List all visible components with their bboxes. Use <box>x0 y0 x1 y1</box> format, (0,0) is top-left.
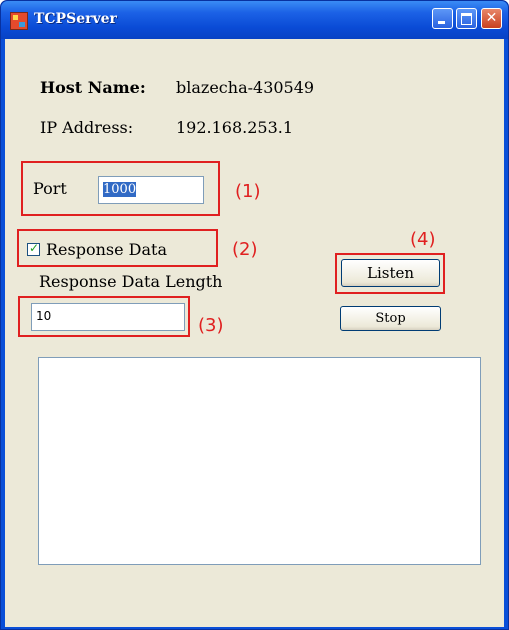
response-data-label[interactable]: Response Data <box>46 240 167 259</box>
log-listbox[interactable] <box>38 357 481 565</box>
host-name-value: blazecha-430549 <box>176 78 315 97</box>
annotation-label-4: (4) <box>410 229 436 250</box>
host-name-label: Host Name: <box>40 78 146 97</box>
ip-address-label: IP Address: <box>40 118 134 137</box>
window-title: TCPServer <box>34 11 117 27</box>
client-area: Host Name: blazecha-430549 IP Address: 1… <box>5 39 504 627</box>
response-length-input[interactable]: 10 <box>31 303 185 331</box>
listen-button[interactable]: Listen <box>341 259 440 287</box>
close-icon: ✕ <box>485 10 498 26</box>
response-data-checkbox[interactable]: ✓ <box>27 241 40 256</box>
annotation-label-1: (1) <box>235 181 261 202</box>
stop-button[interactable]: Stop <box>340 306 441 331</box>
maximize-button[interactable] <box>456 8 477 29</box>
title-bar[interactable]: TCPServer ✕ <box>1 1 508 39</box>
port-label: Port <box>33 179 67 198</box>
port-input[interactable]: 1000 <box>98 176 204 204</box>
ip-address-value: 192.168.253.1 <box>176 118 294 137</box>
annotation-label-2: (2) <box>232 239 258 260</box>
port-value: 1000 <box>103 182 137 197</box>
checkmark-icon: ✓ <box>29 241 40 255</box>
app-icon <box>10 12 28 30</box>
response-length-label: Response Data Length <box>39 272 223 291</box>
annotation-label-3: (3) <box>198 315 224 336</box>
close-button[interactable]: ✕ <box>481 8 502 29</box>
minimize-button[interactable] <box>432 8 453 29</box>
tcpserver-window: TCPServer ✕ Host Name: blazecha-430549 I… <box>0 0 509 630</box>
